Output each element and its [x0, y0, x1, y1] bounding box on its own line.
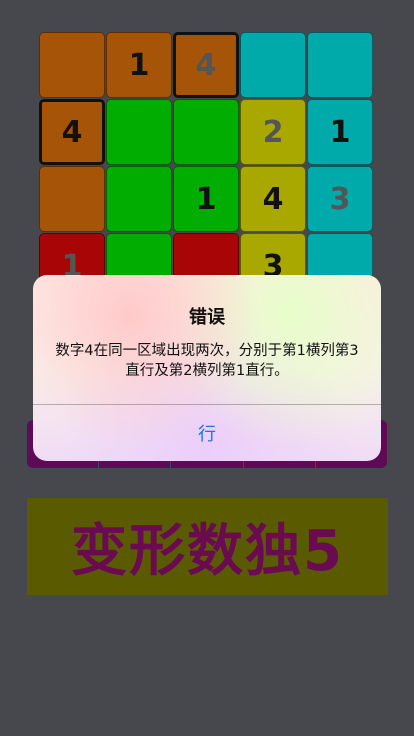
alert-ok-button[interactable]: 行 [33, 405, 381, 461]
alert-title: 错误 [189, 307, 225, 328]
alert-message: 数字4在同一区域出现两次，分别于第1横列第3直行及第2横列第1直行。 [55, 343, 359, 379]
game-screen: 1442114313 变形数独5 错误 数字4在同一区域出现两次，分别于第1横列… [0, 0, 414, 736]
error-alert: 错误 数字4在同一区域出现两次，分别于第1横列第3直行及第2横列第1直行。 行 [33, 275, 381, 461]
